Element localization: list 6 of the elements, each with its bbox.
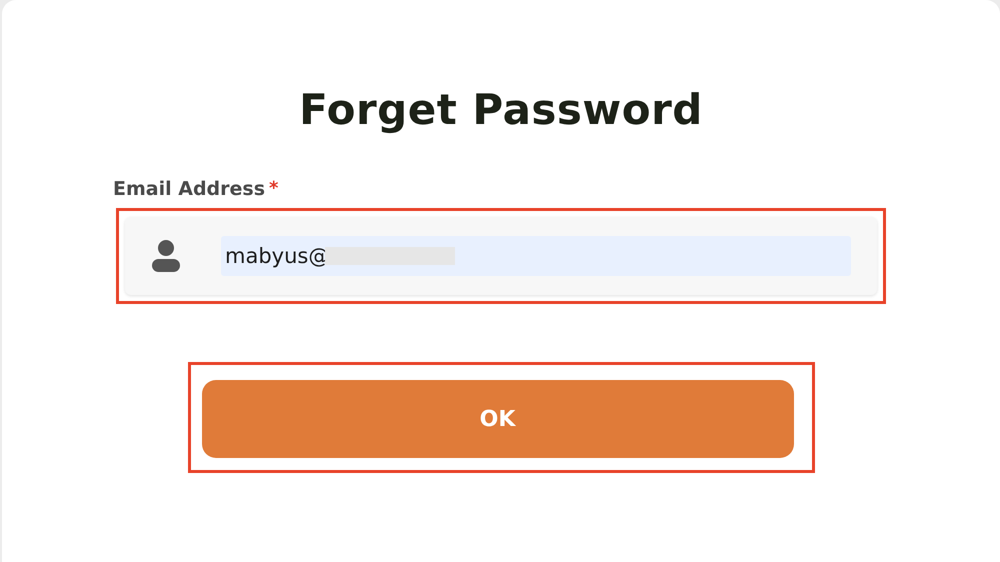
- email-value: mabyus@: [225, 244, 330, 268]
- user-icon: [151, 239, 181, 273]
- email-field[interactable]: mabyus@: [125, 217, 877, 295]
- dialog-title: Forget Password: [299, 84, 703, 136]
- required-mark: *: [269, 178, 278, 199]
- field-label: Email Address: [113, 178, 266, 200]
